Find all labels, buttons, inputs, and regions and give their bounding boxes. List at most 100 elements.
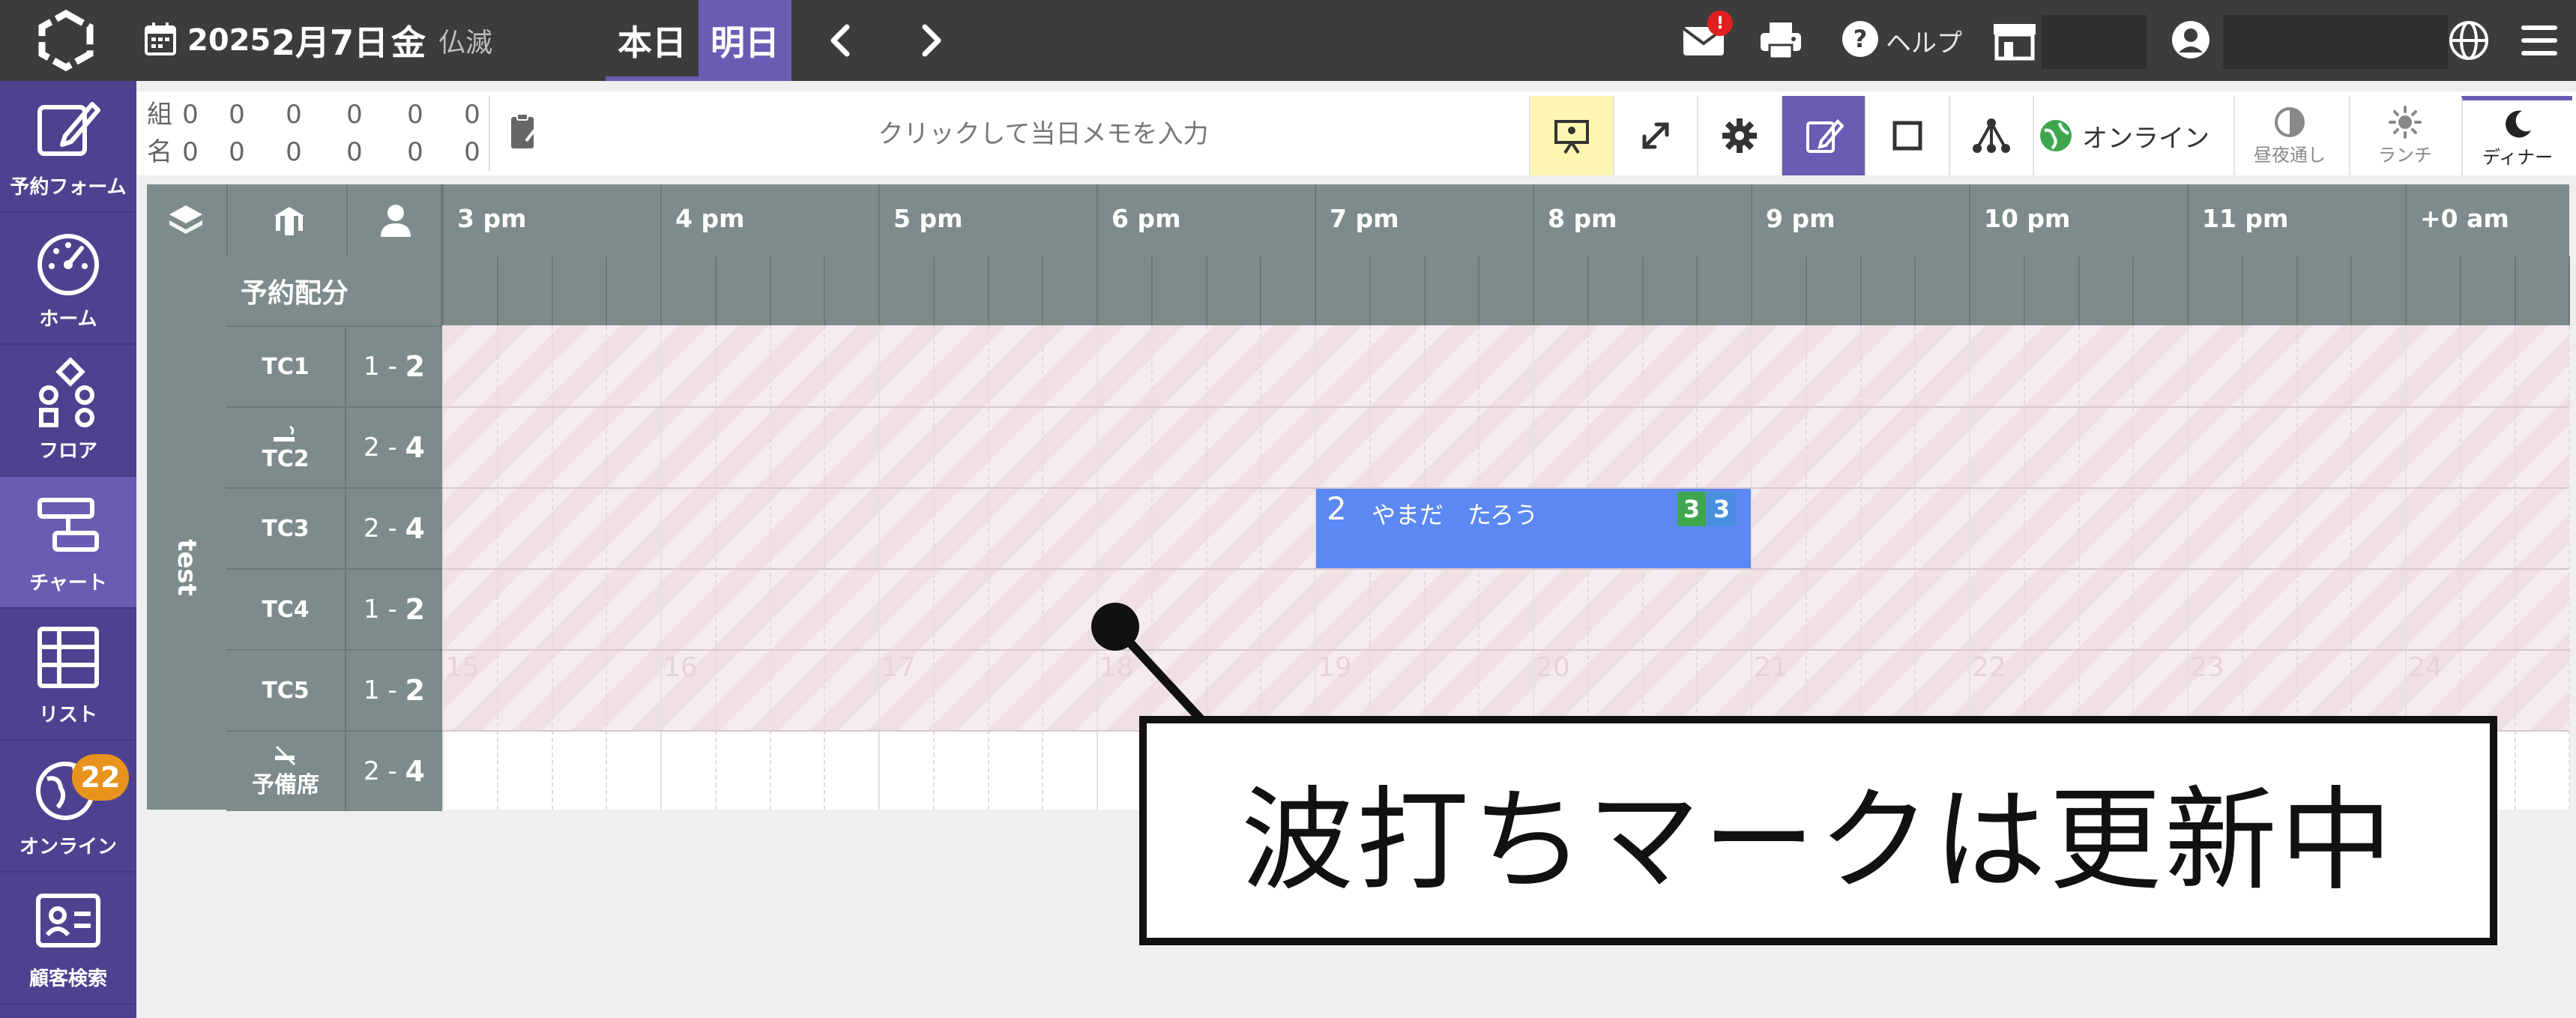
sidebar-item-label: ホーム (39, 307, 97, 331)
online-status-button[interactable]: オンライン (2033, 96, 2214, 175)
group-label: test (147, 325, 226, 810)
date-weekday: 金 (391, 22, 426, 63)
cap-max: 2 (405, 674, 425, 707)
callout-pointer (1079, 600, 1214, 735)
mode-lunch-label: ランチ (2378, 144, 2432, 166)
cap-min: 2 (364, 756, 380, 786)
network-button[interactable] (1949, 96, 2033, 175)
quarter-divider (1641, 256, 1644, 325)
expand-button[interactable] (1613, 96, 1697, 175)
store-icon[interactable] (1991, 18, 2039, 63)
quarter-divider (1587, 256, 1589, 325)
list-table-icon (37, 626, 99, 688)
quarter-divider (1914, 256, 1916, 325)
hamburger-menu-icon[interactable] (2518, 21, 2560, 60)
stat-value: 0 (407, 137, 423, 167)
stats-people-row: 名 0 0 0 0 0 0 (147, 133, 501, 171)
cap-max: 2 (405, 350, 425, 383)
quarter-divider (606, 256, 608, 325)
table-row[interactable]: TC3 2 - 4 (226, 487, 442, 568)
cap-max: 4 (405, 755, 425, 788)
hour-label: 3 pm (457, 204, 527, 233)
quarter-divider (932, 256, 935, 325)
quarter-divider (1205, 256, 1207, 325)
cap-max: 4 (405, 512, 425, 545)
table-name: 予備席 (226, 732, 346, 811)
sidebar-item-label: チャート (29, 571, 107, 594)
cap-min: 1 (364, 675, 380, 705)
sidebar-item-label: 予約フォーム (10, 175, 127, 199)
hour-divider (2405, 184, 2407, 325)
grid-quarter-line (1042, 325, 1044, 810)
quarter-divider (1150, 256, 1153, 325)
daily-stats: 組 0 0 0 0 0 0 名 0 0 0 0 0 0 (147, 96, 501, 171)
sidebar-item-floor[interactable]: フロア (0, 345, 136, 477)
settings-button[interactable] (1697, 96, 1781, 175)
stat-value: 0 (407, 100, 423, 130)
sidebar-item-customer-search[interactable]: 顧客検索 (0, 873, 136, 1005)
edit-form-icon (37, 101, 100, 156)
stat-value: 0 (286, 100, 302, 130)
square-icon (1892, 121, 1922, 151)
memo-icon (507, 111, 541, 153)
help-label[interactable]: ヘルプ (1886, 22, 1962, 59)
mode-lunch-button[interactable]: ランチ (2349, 96, 2460, 175)
today-button[interactable]: 本日 (606, 0, 699, 81)
user-selector[interactable] (2223, 15, 2448, 69)
mode-allday-button[interactable]: 昼夜通し (2233, 96, 2344, 175)
quarter-divider (496, 256, 498, 325)
sidebar-item-home[interactable]: ホーム (0, 213, 136, 345)
chevron-right-icon[interactable] (908, 16, 953, 64)
date-month-day: 2月7日 (271, 22, 389, 63)
hour-label: 8 pm (1548, 204, 1617, 233)
group-label-text: test (172, 539, 202, 596)
half-circle-icon (2275, 106, 2305, 137)
hour-label: 5 pm (893, 204, 963, 233)
quarter-divider (2350, 256, 2353, 325)
app-logo-icon[interactable] (33, 7, 99, 73)
select-box-button[interactable] (1865, 96, 1949, 175)
table-row[interactable]: 予備席 2 - 4 (226, 730, 442, 811)
table-row[interactable]: TC5 1 - 2 (226, 649, 442, 730)
chevron-left-icon[interactable] (818, 16, 863, 64)
globe-icon[interactable] (2448, 19, 2490, 61)
sidebar-item-chart[interactable]: チャート (0, 477, 136, 609)
stat-value: 0 (229, 137, 245, 167)
hour-watermark: 19 (1318, 652, 1352, 683)
layers-icon[interactable] (166, 201, 205, 240)
table-row[interactable]: TC1 1 - 2 (226, 325, 442, 406)
grid-row-line (442, 568, 2569, 570)
help-icon[interactable]: ? (1841, 19, 1880, 58)
table-capacity: 2 - 4 (364, 512, 425, 545)
table-row[interactable]: TC2 2 - 4 (226, 406, 442, 487)
user-icon[interactable] (2171, 19, 2211, 60)
sidebar-item-online[interactable]: オンライン 22 (0, 741, 136, 873)
tomorrow-button[interactable]: 明日 (699, 0, 791, 81)
sidebar-item-list[interactable]: リスト (0, 609, 136, 741)
person-icon[interactable] (376, 201, 415, 240)
toolbar-divider (489, 96, 490, 171)
stat-value: 0 (464, 137, 480, 167)
edit-mode-button[interactable] (1781, 96, 1865, 175)
table-seat-icon[interactable] (270, 201, 309, 240)
date-rokuyo: 仏滅 (438, 28, 493, 58)
reservation-block[interactable]: 2 やまだ たろう 3 3 (1316, 489, 1751, 568)
grid-quarter-line (824, 325, 826, 810)
hour-watermark: 22 (1972, 652, 2006, 683)
hour-watermark: 15 (445, 652, 480, 683)
quarter-divider (1859, 256, 1862, 325)
hour-divider (1533, 184, 1534, 325)
store-selector[interactable] (2042, 15, 2147, 69)
table-name: TC2 (226, 408, 346, 487)
quarter-divider (1478, 256, 1480, 325)
printer-icon[interactable] (1758, 18, 1804, 63)
calendar-icon[interactable] (144, 21, 177, 57)
daily-memo-input[interactable] (555, 100, 1532, 168)
hour-divider (1097, 184, 1098, 325)
moon-icon (2506, 110, 2531, 138)
sidebar-item-reservation-form[interactable]: 予約フォーム (0, 81, 136, 213)
shapes-icon (39, 357, 94, 427)
table-row[interactable]: TC4 1 - 2 (226, 568, 442, 649)
presentation-button[interactable] (1529, 96, 1613, 175)
mode-dinner-button[interactable]: ディナー (2461, 96, 2572, 175)
